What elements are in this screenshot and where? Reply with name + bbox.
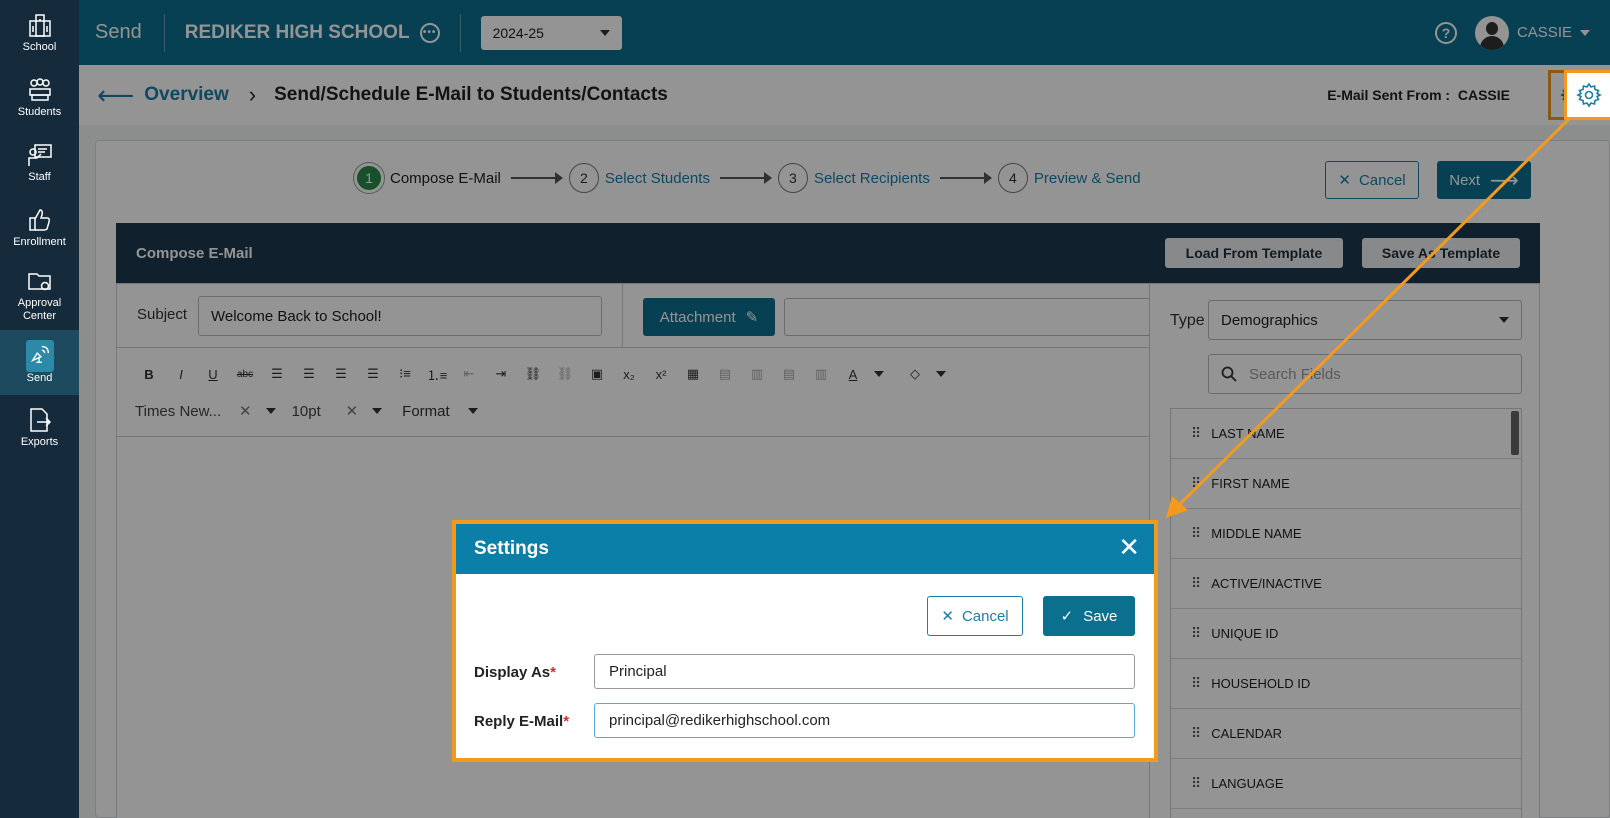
gear-icon: [1576, 82, 1602, 108]
display-as-label: Display As*: [474, 664, 556, 681]
check-icon: ✓: [1060, 608, 1074, 625]
close-icon[interactable]: ✕: [1118, 534, 1140, 560]
nav-label: School: [22, 40, 57, 53]
close-icon: ✕: [941, 608, 954, 625]
modal-save-button[interactable]: ✓ Save: [1043, 596, 1135, 636]
building-icon: [28, 13, 51, 37]
settings-highlight[interactable]: [1564, 70, 1610, 120]
nav-label: Send: [26, 372, 53, 384]
nav-label: Students: [17, 105, 62, 118]
nav-item-staff[interactable]: Staff: [0, 130, 79, 195]
required-marker: *: [550, 664, 556, 681]
display-as-text: Display As: [474, 664, 551, 681]
cancel-label: Cancel: [961, 607, 1009, 625]
display-as-input[interactable]: Principal: [594, 654, 1135, 689]
nav-label: Exports: [20, 435, 59, 448]
nav-item-send[interactable]: Send: [0, 330, 79, 395]
save-label: Save: [1083, 607, 1118, 625]
nav-item-school[interactable]: School: [0, 0, 79, 65]
nav-item-approval-center[interactable]: Approval Center: [0, 260, 79, 330]
nav-item-exports[interactable]: Exports: [0, 395, 79, 460]
staff-icon: [27, 143, 52, 166]
modal-cancel-button[interactable]: ✕ Cancel: [927, 596, 1023, 636]
required-marker: *: [563, 713, 570, 730]
thumbs-up-icon: [28, 208, 50, 231]
settings-modal: Settings ✕ ✕ Cancel ✓ Save Display As* P…: [452, 520, 1158, 762]
nav-item-enrollment[interactable]: Enrollment: [0, 195, 79, 260]
send-icon: [25, 340, 54, 372]
reply-email-text: Reply E-Mail: [474, 713, 564, 730]
nav-label: Staff: [28, 170, 51, 183]
modal-header: Settings ✕: [456, 524, 1154, 574]
left-nav: School Students Staff Enrollment Approva…: [0, 0, 79, 818]
export-icon: [29, 407, 51, 432]
folder-gear-icon: [27, 272, 51, 290]
nav-label: Approval Center: [17, 296, 62, 322]
reply-email-label: Reply E-Mail*: [474, 713, 569, 730]
modal-title: Settings: [474, 538, 549, 559]
nav-label: Enrollment: [13, 235, 66, 248]
reply-email-input[interactable]: principal@redikerhighschool.com: [594, 703, 1135, 738]
nav-item-students[interactable]: Students: [0, 65, 79, 130]
students-icon: [28, 77, 51, 101]
